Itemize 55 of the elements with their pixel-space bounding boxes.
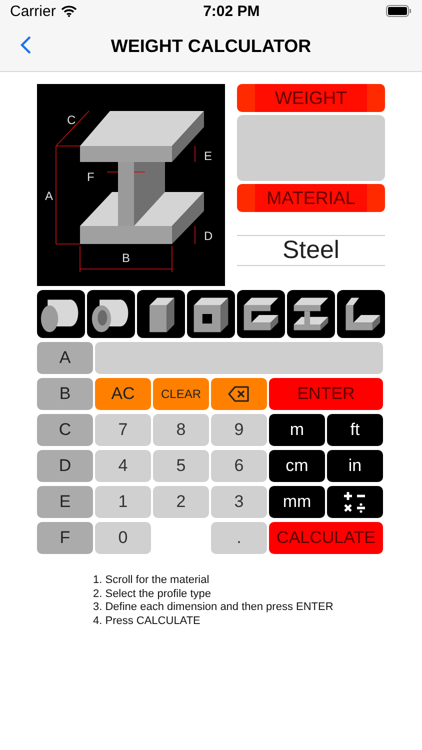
profile-type-button[interactable]: [137, 290, 185, 338]
instruction-line: 2. Select the profile type: [93, 588, 212, 601]
operators-button[interactable]: [327, 486, 383, 518]
dimension-label: C: [67, 113, 76, 127]
dimension-label: A: [45, 189, 54, 203]
instruction-line: 1. Scroll for the material: [93, 574, 210, 588]
profile-type-button[interactable]: [337, 290, 385, 338]
key-button[interactable]: 4: [95, 450, 151, 482]
key-button[interactable]: mm: [269, 486, 325, 518]
key-button[interactable]: 7: [95, 414, 151, 446]
backspace-button[interactable]: [211, 378, 267, 410]
instruction-line: 4. Press CALCULATE: [93, 614, 202, 628]
key-button[interactable]: 1: [95, 486, 151, 518]
key-button[interactable]: 2: [153, 486, 209, 518]
key-button[interactable]: 0: [95, 522, 151, 554]
dimension-key[interactable]: D: [37, 450, 93, 482]
back-button[interactable]: [20, 35, 32, 55]
key-button[interactable]: 6: [211, 450, 267, 482]
back-chevron-icon: [20, 35, 32, 55]
key-button[interactable]: AC: [95, 378, 151, 410]
delete-icon: [228, 386, 250, 402]
carrier-name: Carrier: [10, 2, 56, 20]
key-button[interactable]: 9: [211, 414, 267, 446]
profile-type-button[interactable]: [287, 290, 335, 338]
dimension-key[interactable]: F: [37, 522, 93, 554]
dimension-label: B: [122, 251, 130, 265]
key-button[interactable]: .: [211, 522, 267, 554]
dimension-key[interactable]: E: [37, 486, 93, 518]
instruction-line: 3. Define each dimension and then press ENTER: [93, 601, 334, 614]
dimension-label: E: [204, 149, 212, 163]
plus-minus-times-divide-icon: [343, 490, 367, 514]
enter-button[interactable]: ENTER: [269, 378, 383, 410]
status-time: 7:02 PM: [203, 2, 260, 20]
material-picker[interactable]: Steel: [237, 235, 385, 266]
dimension-key[interactable]: C: [37, 414, 93, 446]
key-button[interactable]: 3: [211, 486, 267, 518]
screen-title: WEIGHT CALCULATOR: [110, 36, 312, 57]
profile-type-button[interactable]: [237, 290, 285, 338]
profile-type-button[interactable]: [37, 290, 85, 338]
dimension-key[interactable]: B: [37, 378, 93, 410]
dimension-label: F: [87, 170, 94, 184]
profile-type-button[interactable]: [187, 290, 235, 338]
battery-icon: [386, 5, 412, 17]
key-button[interactable]: 5: [153, 450, 209, 482]
dimension-label: D: [204, 229, 213, 243]
key-button[interactable]: in: [327, 450, 383, 482]
calculate-button[interactable]: CALCULATE: [269, 522, 383, 554]
wifi-icon: [60, 5, 77, 17]
key-button[interactable]: ft: [327, 414, 383, 446]
key-button[interactable]: m: [269, 414, 325, 446]
key-button[interactable]: CLEAR: [153, 378, 209, 410]
dimension-key[interactable]: A: [37, 342, 93, 374]
profile-type-button[interactable]: [87, 290, 135, 338]
key-button[interactable]: cm: [269, 450, 325, 482]
key-button[interactable]: 8: [153, 414, 209, 446]
